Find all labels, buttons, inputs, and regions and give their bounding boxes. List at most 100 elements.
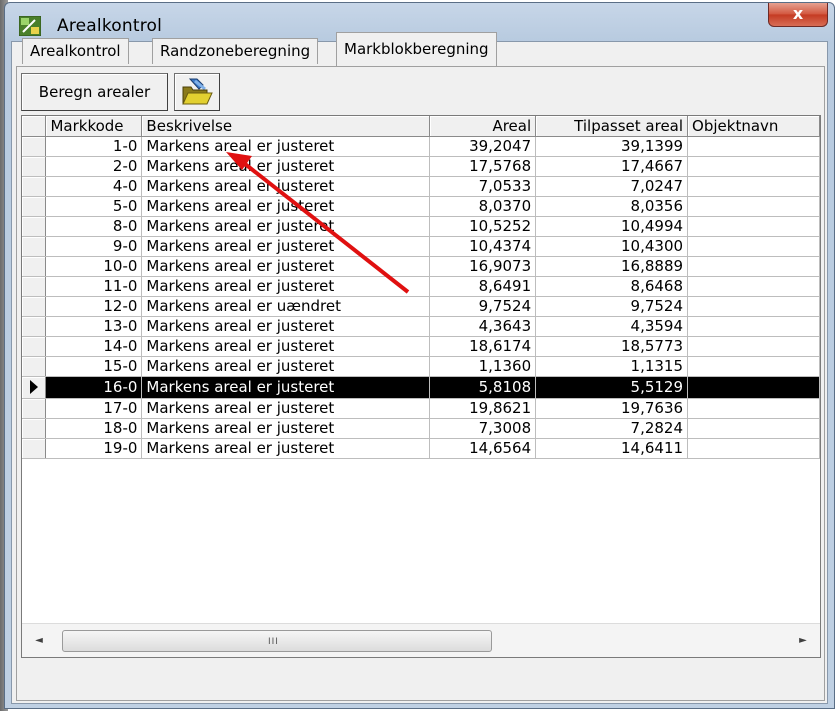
cell-objektnavn[interactable] [687,418,820,439]
table-row[interactable]: 13-0 Markens areal er justeret 4,3643 4,359… [22,316,820,337]
row-indicator[interactable] [22,136,47,157]
cell-tilpasset-areal[interactable]: 19,7636 [535,398,689,419]
cell-areal[interactable]: 8,0370 [429,196,537,217]
table-row[interactable]: 18-0 Markens areal er justeret 7,3008 7,282… [22,418,820,439]
row-indicator[interactable] [22,438,47,459]
table-row[interactable]: 14-0 Markens areal er justeret 18,6174 18,5… [22,336,820,357]
table-row[interactable]: 17-0 Markens areal er justeret 19,8621 19,7… [22,398,820,419]
cell-beskrivelse[interactable]: Markens areal er justeret [141,156,431,177]
cell-areal[interactable]: 4,3643 [429,316,537,337]
cell-markkode[interactable]: 11-0 [45,276,143,297]
cell-objektnavn[interactable] [687,316,820,337]
cell-tilpasset-areal[interactable]: 17,4667 [535,156,689,177]
row-indicator[interactable] [22,296,47,317]
cell-tilpasset-areal[interactable]: 8,6468 [535,276,689,297]
cell-areal[interactable]: 16,9073 [429,256,537,277]
cell-markkode[interactable]: 19-0 [45,438,143,459]
cell-tilpasset-areal[interactable]: 5,5129 [535,376,689,399]
cell-areal[interactable]: 7,3008 [429,418,537,439]
cell-objektnavn[interactable] [687,296,820,317]
cell-beskrivelse[interactable]: Markens areal er justeret [141,336,431,357]
cell-areal[interactable]: 39,2047 [429,136,537,157]
cell-markkode[interactable]: 10-0 [45,256,143,277]
cell-areal[interactable]: 10,5252 [429,216,537,237]
row-indicator[interactable] [22,376,47,399]
table-row[interactable]: 4-0 Markens areal er justeret 7,0533 7,0247 [22,176,820,197]
cell-beskrivelse[interactable]: Markens areal er justeret [141,216,431,237]
table-row[interactable]: 9-0 Markens areal er justeret 10,4374 10,43… [22,236,820,257]
cell-tilpasset-areal[interactable]: 7,0247 [535,176,689,197]
row-indicator[interactable] [22,156,47,177]
cell-markkode[interactable]: 15-0 [45,356,143,377]
cell-markkode[interactable]: 8-0 [45,216,143,237]
cell-tilpasset-areal[interactable]: 14,6411 [535,438,689,459]
cell-tilpasset-areal[interactable]: 9,7524 [535,296,689,317]
table-row[interactable]: 15-0 Markens areal er justeret 1,1360 1,131… [22,356,820,377]
cell-beskrivelse[interactable]: Markens areal er justeret [141,356,431,377]
cell-beskrivelse[interactable]: Markens areal er justeret [141,418,431,439]
cell-beskrivelse[interactable]: Markens areal er justeret [141,398,431,419]
cell-objektnavn[interactable] [687,236,820,257]
cell-objektnavn[interactable] [687,216,820,237]
cell-tilpasset-areal[interactable]: 8,0356 [535,196,689,217]
horizontal-scrollbar[interactable]: ◄ III ► [22,623,820,657]
table-row[interactable]: 11-0 Markens areal er justeret 8,6491 8,646… [22,276,820,297]
cell-objektnavn[interactable] [687,276,820,297]
cell-areal[interactable]: 9,7524 [429,296,537,317]
cell-objektnavn[interactable] [687,256,820,277]
cell-markkode[interactable]: 12-0 [45,296,143,317]
cell-objektnavn[interactable] [687,336,820,357]
markblok-grid[interactable]: Markkode Beskrivelse Areal Tilpasset are… [21,115,821,658]
table-row[interactable]: 16-0 Markens areal er justeret 5,8108 5,512… [22,376,820,399]
header-beskrivelse[interactable]: Beskrivelse [141,116,431,137]
row-indicator[interactable] [22,336,47,357]
cell-objektnavn[interactable] [687,398,820,419]
table-row[interactable]: 8-0 Markens areal er justeret 10,5252 10,49… [22,216,820,237]
table-row[interactable]: 5-0 Markens areal er justeret 8,0370 8,0356 [22,196,820,217]
cell-markkode[interactable]: 9-0 [45,236,143,257]
cell-beskrivelse[interactable]: Markens areal er uændret [141,296,431,317]
row-indicator[interactable] [22,316,47,337]
cell-areal[interactable]: 14,6564 [429,438,537,459]
open-file-button[interactable] [174,73,220,111]
cell-beskrivelse[interactable]: Markens areal er justeret [141,256,431,277]
cell-tilpasset-areal[interactable]: 10,4994 [535,216,689,237]
header-markkode[interactable]: Markkode [45,116,143,137]
cell-objektnavn[interactable] [687,136,820,157]
table-row[interactable]: 19-0 Markens areal er justeret 14,6564 14,6… [22,438,820,459]
table-row[interactable]: 1-0 Markens areal er justeret 39,2047 39,13… [22,136,820,157]
cell-beskrivelse[interactable]: Markens areal er justeret [141,236,431,257]
scroll-right-button[interactable]: ► [786,624,820,657]
row-indicator[interactable] [22,176,47,197]
cell-markkode[interactable]: 4-0 [45,176,143,197]
cell-markkode[interactable]: 5-0 [45,196,143,217]
table-row[interactable]: 12-0 Markens areal er uændret 9,7524 9,7524 [22,296,820,317]
cell-areal[interactable]: 18,6174 [429,336,537,357]
header-tilpasset-areal[interactable]: Tilpasset areal [535,116,689,137]
cell-beskrivelse[interactable]: Markens areal er justeret [141,376,431,399]
cell-areal[interactable]: 8,6491 [429,276,537,297]
beregn-arealer-button[interactable]: Beregn arealer [21,73,168,111]
cell-beskrivelse[interactable]: Markens areal er justeret [141,176,431,197]
cell-tilpasset-areal[interactable]: 16,8889 [535,256,689,277]
cell-beskrivelse[interactable]: Markens areal er justeret [141,438,431,459]
cell-markkode[interactable]: 2-0 [45,156,143,177]
cell-markkode[interactable]: 1-0 [45,136,143,157]
cell-markkode[interactable]: 14-0 [45,336,143,357]
cell-markkode[interactable]: 16-0 [45,376,143,399]
table-row[interactable]: 10-0 Markens areal er justeret 16,9073 16,8… [22,256,820,277]
cell-tilpasset-areal[interactable]: 1,1315 [535,356,689,377]
cell-beskrivelse[interactable]: Markens areal er justeret [141,136,431,157]
row-indicator[interactable] [22,418,47,439]
tab-randzoneberegning[interactable]: Randzoneberegning [152,38,319,64]
cell-tilpasset-areal[interactable]: 18,5773 [535,336,689,357]
table-row[interactable]: 2-0 Markens areal er justeret 17,5768 17,46… [22,156,820,177]
cell-areal[interactable]: 19,8621 [429,398,537,419]
row-indicator[interactable] [22,256,47,277]
cell-areal[interactable]: 10,4374 [429,236,537,257]
scroll-thumb[interactable]: III [62,630,492,652]
tab-arealkontrol[interactable]: Arealkontrol [22,38,129,64]
cell-tilpasset-areal[interactable]: 4,3594 [535,316,689,337]
cell-objektnavn[interactable] [687,176,820,197]
cell-objektnavn[interactable] [687,438,820,459]
